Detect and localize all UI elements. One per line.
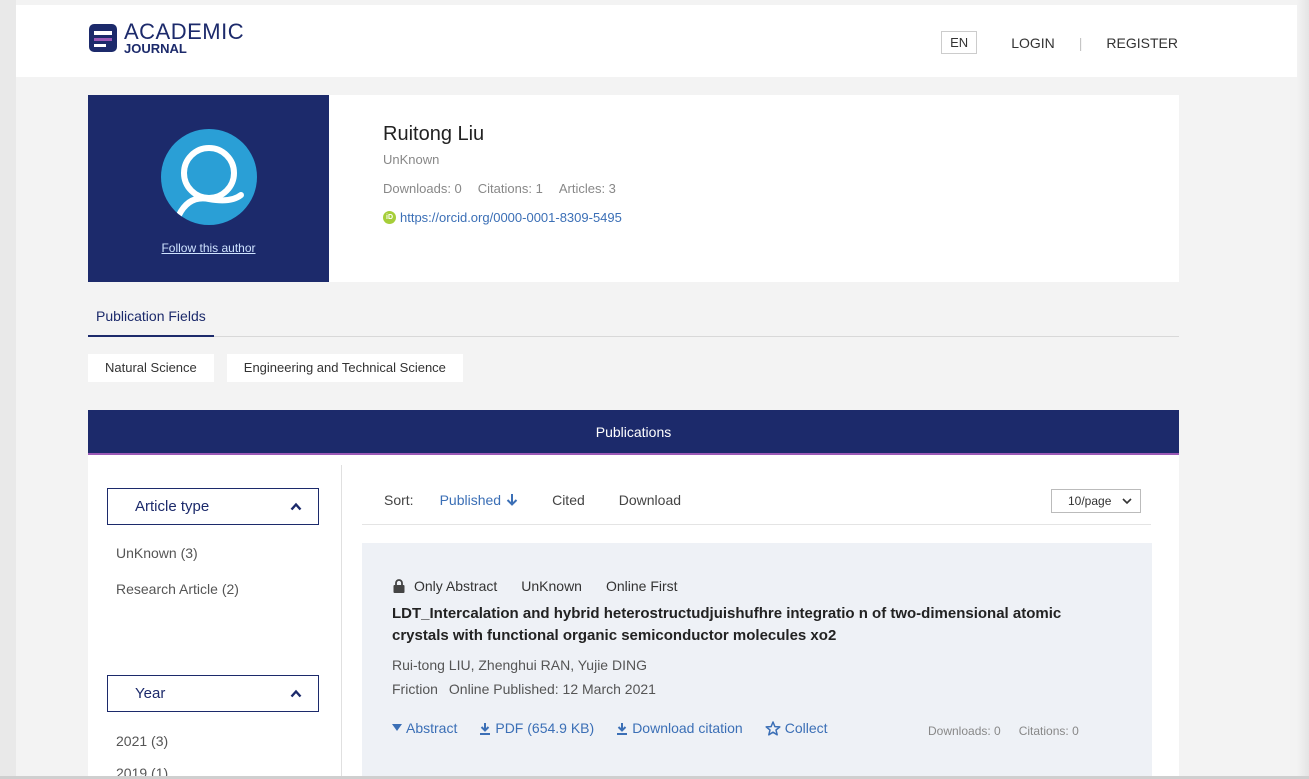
- login-link[interactable]: LOGIN: [1011, 35, 1055, 51]
- filter-sidebar: Article type UnKnown (3) Research Articl…: [88, 465, 342, 779]
- publication-journal: Friction: [392, 681, 438, 697]
- register-link[interactable]: REGISTER: [1106, 35, 1178, 51]
- pdf-download-button[interactable]: PDF (654.9 KB): [479, 720, 594, 736]
- article-type-label: UnKnown: [521, 578, 582, 594]
- filter-option-2021[interactable]: 2021 (3): [116, 733, 168, 749]
- star-icon: [765, 720, 781, 736]
- sort-option-download[interactable]: Download: [619, 492, 681, 508]
- publications-section: Publications Article type UnKnown (3) Re…: [88, 410, 1179, 779]
- sort-option-published[interactable]: Published: [440, 492, 519, 508]
- download-citation-button[interactable]: Download citation: [616, 720, 743, 736]
- author-affiliation: UnKnown: [383, 152, 440, 167]
- author-articles: Articles: 3: [558, 181, 616, 196]
- orcid-icon: iD: [383, 211, 396, 224]
- filter-option-unknown[interactable]: UnKnown (3): [116, 545, 198, 561]
- window-frame-left: [0, 0, 16, 779]
- year-filter-toggle[interactable]: Year: [107, 675, 319, 712]
- field-chips: Natural Science Engineering and Technica…: [88, 354, 463, 382]
- publication-title[interactable]: LDT_Intercalation and hybrid heterostruc…: [392, 603, 1092, 647]
- abstract-label: Abstract: [406, 720, 458, 736]
- download-icon: [480, 722, 491, 735]
- orcid-link[interactable]: https://orcid.org/0000-0001-8309-5495: [400, 210, 622, 225]
- author-name: Ruitong Liu: [383, 123, 485, 145]
- top-navbar: ACADEMIC JOURNAL EN LOGIN | REGISTER: [16, 5, 1297, 77]
- publication-citations: Citations: 0: [1018, 724, 1079, 738]
- sort-option-published-label: Published: [439, 491, 502, 508]
- header-divider: |: [1078, 34, 1083, 51]
- window-frame-right: [1297, 0, 1309, 779]
- author-profile-card: Follow this author Ruitong Liu UnKnown D…: [88, 95, 1179, 282]
- download-citation-label: Download citation: [632, 720, 743, 736]
- chevron-up-icon: [290, 689, 302, 697]
- publication-authors: Rui-tong LIU, Zhenghui RAN, Yujie DING: [392, 657, 647, 673]
- publication-item: Only Abstract UnKnown Online First LDT_I…: [362, 543, 1152, 779]
- sort-option-cited[interactable]: Cited: [552, 492, 585, 508]
- avatar: [161, 129, 257, 225]
- sort-bar: Sort: Published Cited Download 10/page: [362, 475, 1151, 525]
- collect-label: Collect: [784, 720, 828, 736]
- article-type-filter-label: Article type: [135, 498, 210, 515]
- follow-author-link[interactable]: Follow this author: [88, 241, 329, 255]
- avatar-panel: Follow this author: [88, 95, 329, 282]
- per-page-select[interactable]: 10/page: [1051, 489, 1141, 513]
- publication-status-label: Online First: [605, 578, 678, 594]
- sort-label: Sort:: [384, 491, 414, 508]
- chevron-up-icon: [290, 502, 302, 510]
- chevron-down-icon: [1122, 498, 1132, 505]
- publication-date: Online Published: 12 March 2021: [448, 681, 656, 697]
- publication-info: Friction Online Published: 12 March 2021: [392, 681, 656, 697]
- field-chip[interactable]: Engineering and Technical Science: [226, 354, 463, 382]
- publications-header: Publications: [88, 410, 1179, 455]
- caret-down-icon: [392, 724, 402, 731]
- year-filter-label: Year: [135, 685, 166, 702]
- filter-option-research-article[interactable]: Research Article (2): [116, 581, 239, 597]
- author-citations: Citations: 1: [477, 181, 543, 196]
- field-chip[interactable]: Natural Science: [88, 354, 214, 382]
- author-stats: Downloads: 0 Citations: 1 Articles: 3: [383, 181, 622, 196]
- download-icon: [617, 722, 628, 735]
- orcid-row: iD https://orcid.org/0000-0001-8309-5495: [383, 210, 622, 225]
- language-switch-button[interactable]: EN: [941, 31, 978, 54]
- author-info: Ruitong Liu UnKnown Downloads: 0 Citatio…: [383, 123, 622, 225]
- access-label: Only Abstract: [414, 578, 498, 594]
- publication-downloads: Downloads: 0: [928, 724, 1001, 738]
- lock-icon: [393, 579, 405, 593]
- header-actions: EN LOGIN | REGISTER: [941, 31, 1178, 54]
- tab-publication-fields[interactable]: Publication Fields: [88, 305, 214, 337]
- publication-actions: Abstract PDF (654.9 KB) Download citatio…: [392, 720, 850, 736]
- publication-counts: Downloads: 0 Citations: 0: [928, 724, 1079, 738]
- publication-meta: Only Abstract UnKnown Online First: [392, 578, 702, 594]
- per-page-value: 10/page: [1068, 494, 1112, 508]
- arrow-down-icon: [506, 494, 518, 506]
- logo-mark-icon: [88, 23, 118, 53]
- pdf-label: PDF (654.9 KB): [495, 720, 595, 736]
- collect-button[interactable]: Collect: [765, 720, 828, 736]
- site-logo[interactable]: ACADEMIC JOURNAL: [88, 19, 244, 59]
- logo-academic-text: ACADEMIC: [124, 19, 245, 44]
- author-downloads: Downloads: 0: [383, 181, 462, 196]
- user-placeholder-icon: [176, 145, 244, 218]
- abstract-toggle-button[interactable]: Abstract: [392, 720, 457, 736]
- article-type-filter-toggle[interactable]: Article type: [107, 488, 319, 525]
- publication-fields-tabs: Publication Fields: [88, 305, 1179, 337]
